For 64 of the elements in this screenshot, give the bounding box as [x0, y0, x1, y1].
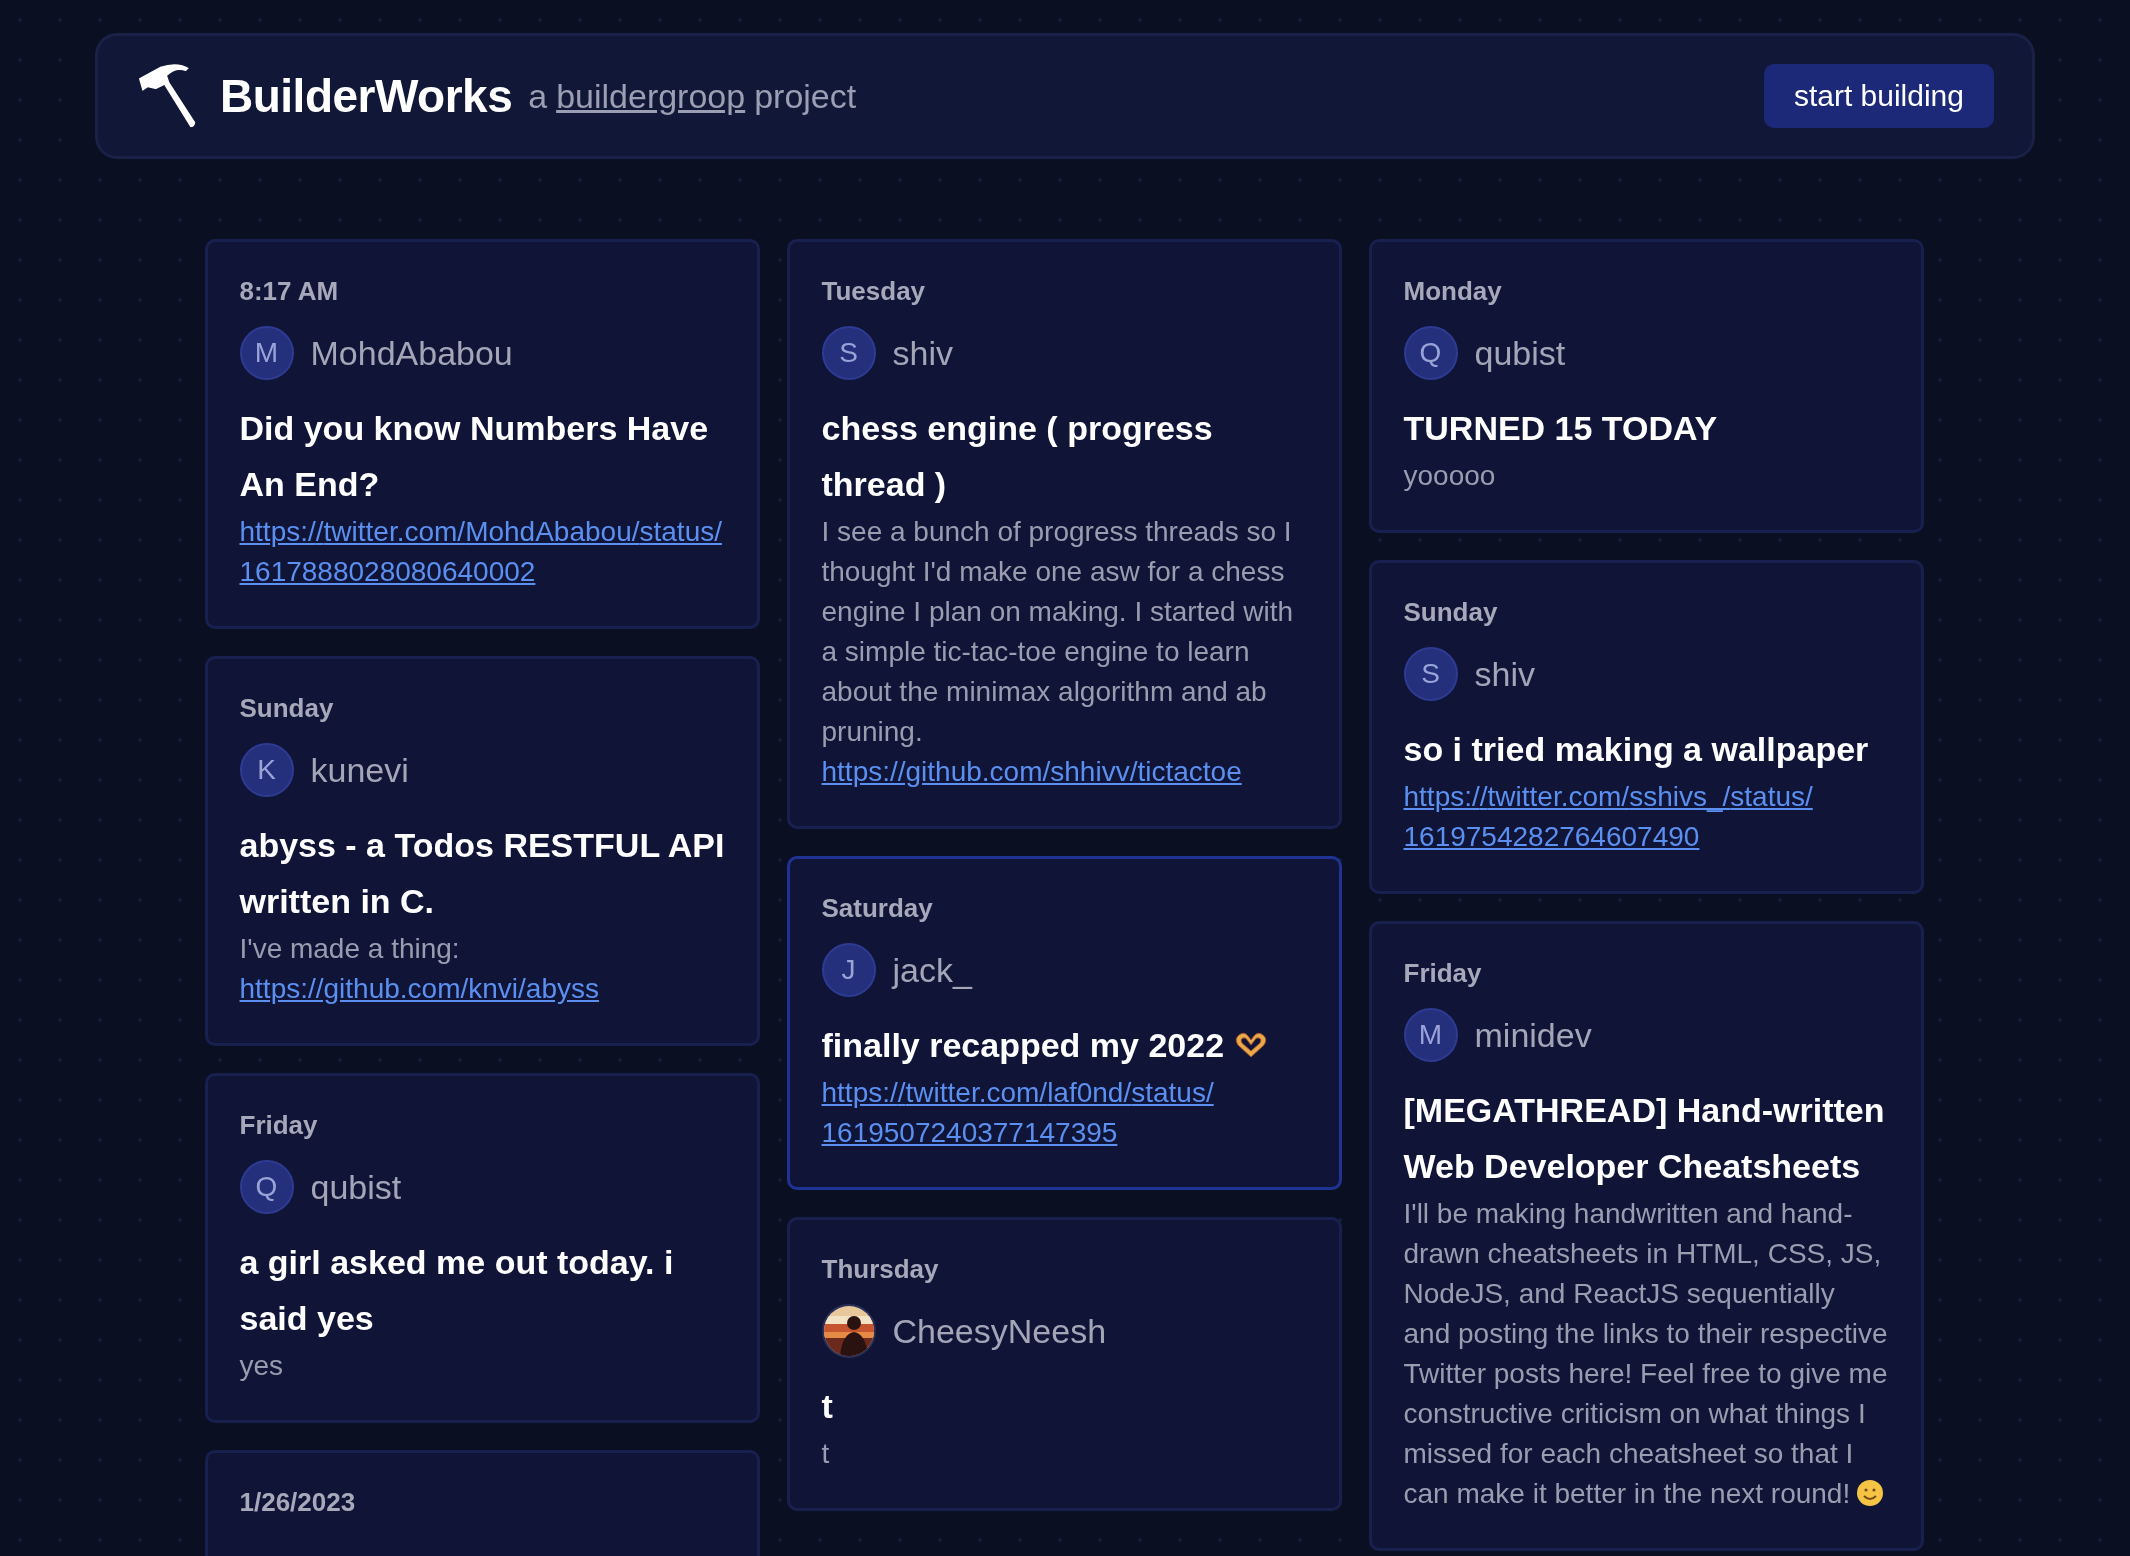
post-title: TURNED 15 TODAY: [1403, 408, 1719, 449]
post-text: I've made a thing: https://github.com/knvi/abyss: [239, 932, 600, 1006]
post-text: yes: [239, 1349, 285, 1383]
post-title: abyss - a Todos RESTFUL API written in C.: [239, 825, 725, 922]
tagline-text: a: [528, 76, 548, 116]
heart-hands-icon: [1234, 1031, 1269, 1059]
post-card[interactable]: Thursday CheesyNeesh t t: [786, 1217, 1342, 1511]
post-link[interactable]: https://github.com/knvi/abyss: [239, 973, 599, 1004]
post-time: 8:17 AM: [239, 278, 340, 304]
post-card[interactable]: Sunday K kunevi abyss - a Todos RESTFUL API written in C. I've made a thing: https://github.com/knvi/abyss: [204, 656, 760, 1046]
smile-icon: [1856, 1479, 1885, 1507]
author-name[interactable]: CheesyNeesh: [892, 1311, 1107, 1351]
post-title: t: [821, 1386, 834, 1427]
author-name[interactable]: qubist: [310, 1167, 402, 1207]
author-name[interactable]: shiv: [1474, 654, 1535, 694]
post-title: finally recapped my 2022: [821, 1017, 1307, 1073]
post-title: a girl asked me out today. i said yes: [239, 1242, 675, 1339]
avatar: K: [239, 743, 294, 797]
post-time: Friday: [239, 1112, 319, 1138]
post-text: yooooo: [1403, 459, 1497, 493]
author-name[interactable]: kunevi: [310, 750, 409, 790]
buildergroop-link[interactable]: buildergroop: [556, 76, 746, 116]
post-title: so i tried making a wallpaper: [1403, 729, 1870, 770]
post-card[interactable]: Friday Q qubist a girl asked me out today. i said yes yes: [204, 1073, 760, 1423]
avatar: S: [821, 326, 876, 380]
post-time: Friday: [1403, 960, 1483, 986]
avatar: M: [239, 326, 294, 380]
post-title: [MEGATHREAD] Hand-written Web Developer Cheatsheets: [1403, 1090, 1886, 1187]
post-time: Thursday: [821, 1256, 940, 1282]
post-time: 1/26/2023: [239, 1489, 357, 1515]
post-time: Sunday: [239, 695, 335, 721]
avatar: Q: [239, 1160, 294, 1214]
post-time: Monday: [1403, 278, 1503, 304]
brand-name: BuilderWorks: [220, 69, 513, 123]
post-text: t: [821, 1437, 831, 1471]
author-name[interactable]: minidev: [1474, 1015, 1592, 1055]
tagline-text: project: [754, 76, 857, 116]
post-text: I see a bunch of progress threads so I thought I'd make one asw for a chess engine I plan on making. I started with a simple tic-tac-toe engine to learn about the minimax algorithm and ab pruning. https://github.com/shhivv/tictactoe: [821, 515, 1295, 789]
avatar: Q: [1403, 326, 1458, 380]
post-card[interactable]: 8:17 AM M MohdAbabou Did you know Numbers Have An End? https://twitter.com/MohdAbabou/status/1617888028080640002: [204, 239, 760, 629]
post-card[interactable]: [786, 239, 1342, 829]
post-time: Sunday: [1403, 599, 1499, 625]
avatar: S: [1403, 647, 1458, 701]
avatar: M: [1403, 1008, 1458, 1062]
post-link[interactable]: https://twitter.com/sshivs_/status/1619754282764607490: [1403, 777, 1889, 857]
post-card[interactable]: [1368, 921, 1924, 1551]
author-name[interactable]: MohdAbabou: [310, 333, 513, 373]
post-time: Saturday: [821, 895, 934, 921]
post-card[interactable]: Saturday J jack_ finally recapped my 2022 https://twitter.com/laf0nd/status/1619507240377147395: [786, 856, 1342, 1190]
post-link[interactable]: https://twitter.com/laf0nd/status/1619507240377147395: [821, 1073, 1307, 1153]
post-link[interactable]: https://twitter.com/MohdAbabou/status/1617888028080640002: [239, 512, 725, 592]
start-building-button[interactable]: start building: [1763, 64, 1994, 128]
post-text: I'll be making handwritten and hand-drawn cheatsheets in HTML, CSS, JS, NodeJS, and ReactJS sequentially and posting the links to their respective Twitter posts here! Feel free to give me constructive criticism on what things I missed for each cheatsheet so that I can make it better in the next round!: [1403, 1197, 1889, 1511]
post-time: Tuesday: [821, 278, 927, 304]
author-name[interactable]: qubist: [1474, 333, 1566, 373]
post-card[interactable]: 1/26/2023: [204, 1450, 760, 1556]
post-link[interactable]: https://github.com/shhivv/tictactoe: [821, 756, 1242, 787]
post-card[interactable]: Sunday S shiv so i tried making a wallpaper https://twitter.com/sshivs_/status/1619754282764607490: [1368, 560, 1924, 894]
author-name[interactable]: jack_: [892, 950, 972, 990]
author-name[interactable]: shiv: [892, 333, 953, 373]
avatar: J: [821, 943, 876, 997]
post-card[interactable]: Monday Q qubist TURNED 15 TODAY yooooo: [1368, 239, 1924, 533]
post-title: chess engine ( progress thread ): [821, 408, 1214, 505]
post-title: Did you know Numbers Have An End?: [239, 408, 710, 505]
